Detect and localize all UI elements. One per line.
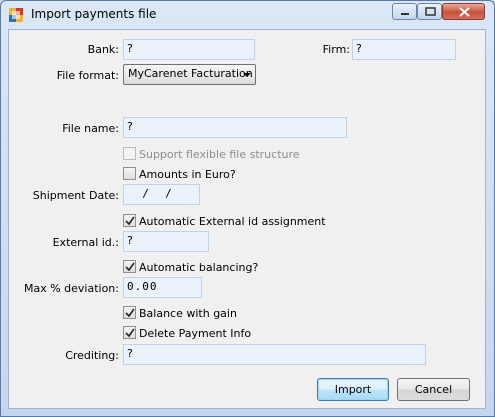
cancel-button[interactable]: Cancel <box>397 378 470 401</box>
import-payments-window: Import payments file Bank: ? Firm: ? Fil… <box>0 0 495 417</box>
checkmark-icon <box>125 262 135 272</box>
auto-external-id-label: Automatic External id assignment <box>139 215 326 228</box>
window-title: Import payments file <box>31 7 157 21</box>
amounts-in-euro-label: Amounts in Euro? <box>139 168 236 181</box>
file-format-label: File format: <box>56 69 119 82</box>
balance-with-gain-label: Balance with gain <box>139 307 237 320</box>
auto-balancing-checkbox[interactable] <box>123 260 136 273</box>
import-button[interactable]: Import <box>317 378 389 401</box>
external-id-label: External id.: <box>52 236 119 249</box>
file-format-selected: MyCarenet Facturation <box>128 67 253 80</box>
chevron-down-icon <box>243 73 251 77</box>
file-format-select[interactable]: MyCarenet Facturation <box>123 64 256 85</box>
shipment-date-input[interactable]: / / <box>123 184 200 205</box>
crediting-input[interactable]: ? <box>123 344 426 365</box>
file-name-label: File name: <box>62 122 119 135</box>
checkmark-icon <box>125 328 135 338</box>
file-name-input[interactable]: ? <box>123 117 347 138</box>
balance-with-gain-checkbox[interactable] <box>123 306 136 319</box>
firm-input[interactable]: ? <box>352 39 456 60</box>
maximize-button[interactable] <box>417 3 442 20</box>
delete-payment-info-label: Delete Payment Info <box>139 327 252 340</box>
checkmark-icon <box>125 308 135 318</box>
close-button[interactable] <box>442 3 485 20</box>
support-flexible-checkbox[interactable] <box>123 147 136 160</box>
max-deviation-input[interactable]: 0.00 <box>123 277 202 298</box>
crediting-label: Crediting: <box>65 349 119 362</box>
checkmark-icon <box>125 216 135 226</box>
minimize-button[interactable] <box>392 3 417 20</box>
auto-external-id-checkbox[interactable] <box>123 214 136 227</box>
amounts-in-euro-checkbox[interactable] <box>123 167 136 180</box>
title-bar[interactable]: Import payments file <box>1 1 494 29</box>
support-flexible-label: Support flexible file structure <box>139 148 300 161</box>
external-id-input[interactable]: ? <box>123 231 209 252</box>
shipment-date-label: Shipment Date: <box>32 189 119 202</box>
app-icon <box>9 8 23 22</box>
delete-payment-info-checkbox[interactable] <box>123 326 136 339</box>
firm-label: Firm: <box>322 43 350 56</box>
auto-balancing-label: Automatic balancing? <box>139 261 259 274</box>
max-deviation-label: Max % deviation: <box>23 282 119 295</box>
dialog-body: Bank: ? Firm: ? File format: MyCarenet F… <box>8 29 486 409</box>
bank-label: Bank: <box>87 43 119 56</box>
bank-input[interactable]: ? <box>123 39 255 60</box>
